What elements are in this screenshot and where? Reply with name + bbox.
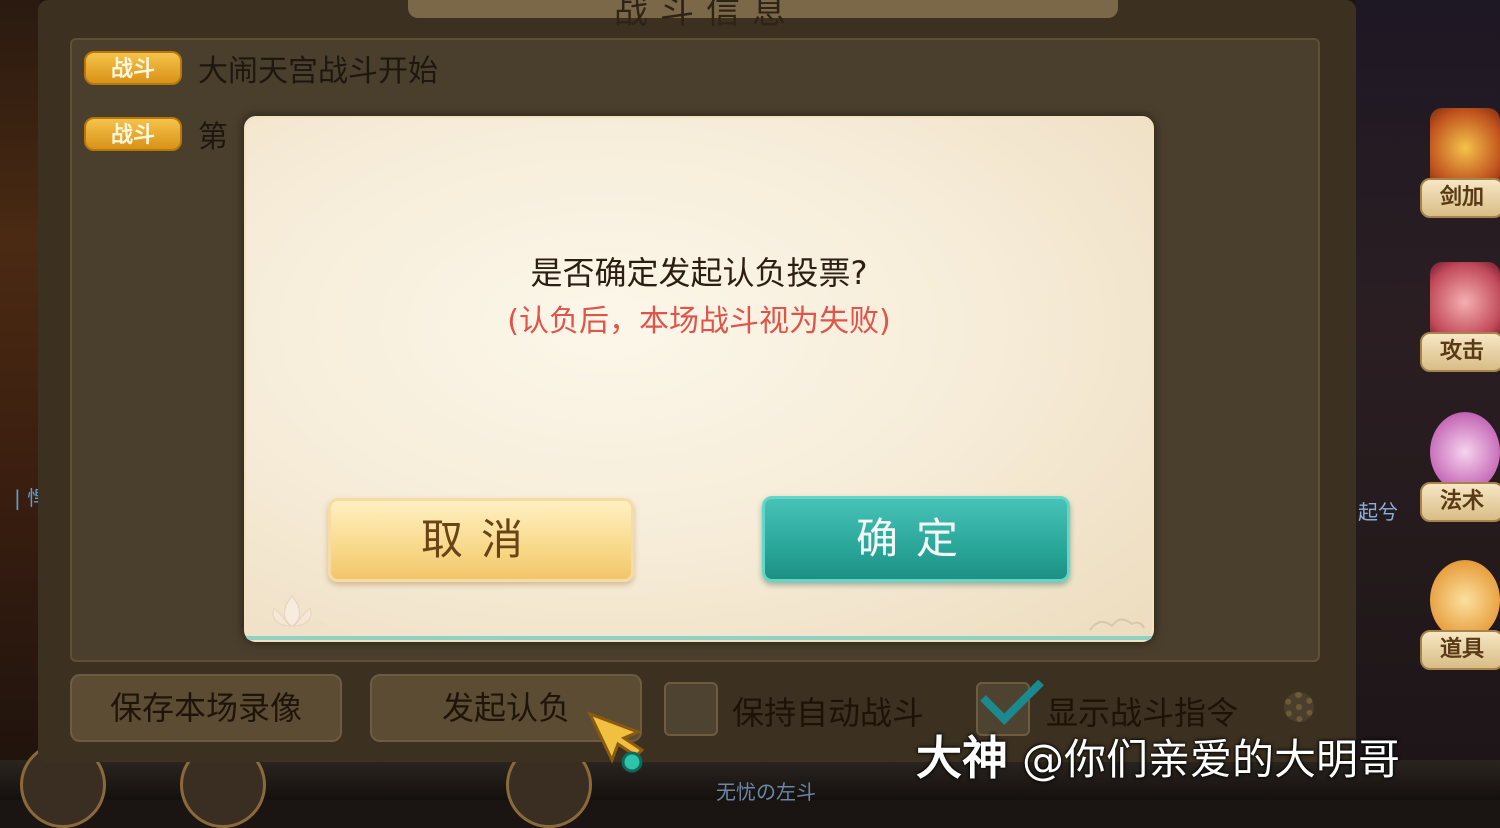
surrender-confirm-dialog: 是否确定发起认负投票? (认负后，本场战斗视为失败) 取消 确定 — [244, 116, 1154, 642]
dialog-question: 是否确定发起认负投票? — [530, 254, 868, 292]
dialog-edge — [246, 636, 1152, 640]
watermark-handle: @你们亲爱的大明哥 — [1022, 735, 1401, 784]
confirm-button[interactable]: 确定 — [762, 496, 1070, 582]
watermark-brand: 大神 — [916, 731, 1008, 785]
lotus-icon — [256, 595, 328, 634]
cancel-button[interactable]: 取消 — [328, 498, 634, 582]
dialog-note: (认负后，本场战斗视为失败) — [507, 304, 891, 339]
cloud-pattern-icon — [1089, 618, 1145, 631]
watermark: 大神 @你们亲爱的大明哥 — [916, 722, 1400, 788]
cursor-icon — [587, 711, 645, 773]
